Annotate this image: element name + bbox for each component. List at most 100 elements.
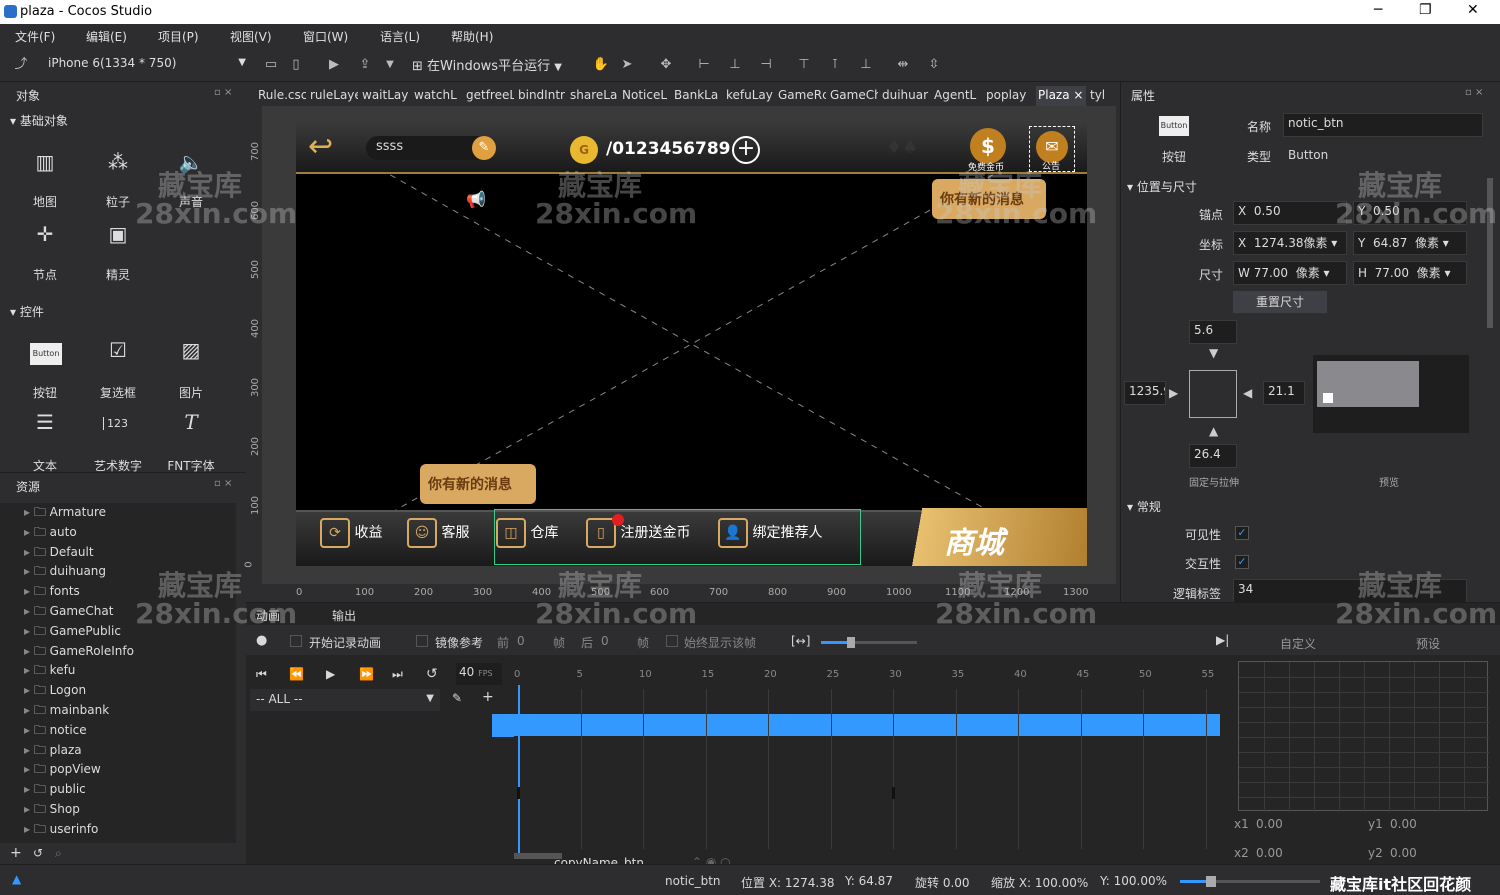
y1-value[interactable]: 0.00 [1390, 817, 1417, 831]
menu-file[interactable]: 文件(F) [15, 28, 55, 45]
resource-folder[interactable]: ▸ 🗀 fonts [24, 582, 80, 603]
keyframe-marker[interactable] [892, 787, 895, 799]
anchor-y-field[interactable]: Y 0.50 [1353, 201, 1467, 225]
prev-frame-icon[interactable]: ⏪ [289, 667, 304, 681]
resource-folder[interactable]: ▸ 🗀 Default [24, 543, 94, 564]
output-tab[interactable]: 输出 [332, 607, 356, 624]
tab-12[interactable]: duihuar [880, 86, 930, 106]
record-checkbox[interactable] [290, 635, 302, 647]
text-icon[interactable]: ☰ [25, 410, 65, 446]
bottom-btn-income[interactable]: ⟳ 收益 [320, 518, 400, 554]
tab-15[interactable]: Plaza × [1036, 86, 1086, 106]
back-value[interactable]: 0 [601, 634, 609, 648]
y2-value[interactable]: 0.00 [1390, 846, 1417, 860]
tab-3[interactable]: watchL [412, 86, 462, 106]
align-right-icon[interactable]: ⊣ [757, 56, 775, 74]
distribute-h-icon[interactable]: ⇹ [894, 56, 912, 74]
align-bottom-icon[interactable]: ⊥ [857, 56, 875, 74]
expand-icon[interactable]: ▸ [24, 584, 34, 598]
tab-5[interactable]: bindIntr [516, 86, 566, 106]
map-icon[interactable]: ▥ [25, 150, 65, 186]
tab-0[interactable]: Rule.csc [256, 86, 306, 106]
last-frame-icon[interactable]: ⏭ [392, 667, 403, 682]
chevron-down-icon[interactable]: ▼ [381, 56, 399, 74]
align-top-icon[interactable]: ⊤ [795, 56, 813, 74]
anchor-widget[interactable] [1189, 370, 1237, 418]
expand-icon[interactable]: ▸ [24, 822, 34, 836]
size-w-field[interactable]: W 77.00 像素 ▾ [1233, 261, 1347, 285]
pin-icon[interactable]: ▫ × [1465, 87, 1483, 98]
close-button[interactable]: ✕ [1467, 2, 1479, 18]
bottom-btn-bind[interactable]: 👤 绑定推荐人 [718, 518, 838, 554]
anchor-x-field[interactable]: X 0.50 [1233, 201, 1347, 225]
sprite-icon[interactable]: ▣ [98, 222, 138, 258]
keyframe-marker[interactable] [517, 787, 520, 799]
pin-top-icon[interactable]: ▼ [1209, 346, 1218, 360]
margin-left-field[interactable]: 1235.9 [1124, 381, 1166, 405]
x2-value[interactable]: 0.00 [1256, 846, 1283, 860]
timeline-tracks[interactable] [514, 689, 1224, 849]
first-frame-icon[interactable]: ⏮ [256, 667, 267, 682]
general-section-header[interactable]: ▾ 常规 [1127, 498, 1161, 518]
add-icon[interactable]: + [10, 845, 22, 861]
close-tab-icon[interactable]: × [1070, 88, 1083, 102]
fnt-font-icon[interactable]: T [171, 410, 211, 446]
design-surface[interactable]: ↩ ssss ✎ G /0123456789 + ♦♠ $ 免费金币 ✉ 公告 … [296, 122, 1087, 566]
node-icon[interactable]: ✛ [25, 222, 65, 258]
size-h-field[interactable]: H 77.00 像素 ▾ [1353, 261, 1467, 285]
fps-field[interactable]: 40 FPS [456, 663, 502, 685]
timeline-hscroll[interactable] [514, 853, 562, 859]
minimize-button[interactable]: ─ [1374, 2, 1382, 18]
play-icon[interactable]: ▶ [325, 56, 343, 74]
tab-9[interactable]: kefuLay [724, 86, 774, 106]
expand-icon[interactable]: ▸ [24, 802, 34, 816]
resource-folder[interactable]: ▸ 🗀 GamePublic [24, 622, 121, 643]
tab-8[interactable]: BankLa [672, 86, 722, 106]
tab-14[interactable]: poplay [984, 86, 1034, 106]
menu-edit[interactable]: 编辑(E) [86, 28, 127, 45]
expand-icon[interactable]: ▸ [24, 644, 34, 658]
add-node-icon[interactable]: + [482, 689, 494, 705]
edit-icon[interactable]: ✎ [472, 136, 496, 160]
expand-icon[interactable]: ▸ [24, 782, 34, 796]
controls-section-header[interactable]: ▾ 控件 [10, 303, 44, 323]
play-icon[interactable]: ▶| [1216, 633, 1229, 647]
resource-folder[interactable]: ▸ 🗀 duihuang [24, 562, 106, 583]
pin-icon[interactable]: ▫ × [214, 478, 232, 489]
pin-bottom-icon[interactable]: ▲ [1209, 424, 1218, 438]
playhead[interactable] [518, 685, 520, 853]
expand-icon[interactable]: ▸ [24, 663, 34, 677]
expand-icon[interactable]: ▸ [24, 703, 34, 717]
fit-icon[interactable]: [↔] [791, 634, 810, 648]
easing-curve-grid[interactable] [1238, 661, 1489, 812]
pin-icon[interactable]: ▫ × [214, 87, 232, 98]
easing-preset-tab[interactable]: 预设 [1416, 635, 1440, 652]
tab-11[interactable]: GameCh [828, 86, 878, 106]
search-icon[interactable]: ⌕ [55, 846, 62, 861]
resource-folder[interactable]: ▸ 🗀 Logon [24, 681, 86, 702]
resource-folder[interactable]: ▸ 🗀 Shop [24, 800, 80, 821]
menu-project[interactable]: 项目(P) [158, 28, 199, 45]
maximize-button[interactable]: ❐ [1419, 2, 1432, 18]
position-section-header[interactable]: ▾ 位置与尺寸 [1127, 178, 1197, 198]
tab-10[interactable]: GameRc [776, 86, 826, 106]
notice-button[interactable]: ✉ 公告 [1029, 126, 1075, 172]
name-field[interactable]: notic_btn [1283, 113, 1483, 137]
expand-icon[interactable]: ▸ [24, 624, 34, 638]
checkbox-icon[interactable]: ☑ [98, 338, 138, 374]
record-icon[interactable]: ● [256, 633, 267, 648]
hand-icon[interactable]: ✋ [592, 56, 610, 74]
margin-right-field[interactable]: 21.1 [1263, 381, 1305, 405]
bottom-btn-service[interactable]: ☺ 客服 [407, 518, 487, 554]
resource-folder[interactable]: ▸ 🗀 plaza [24, 741, 82, 762]
pos-x-field[interactable]: X 1274.38像素 ▾ [1233, 231, 1347, 255]
tab-1[interactable]: ruleLaye [308, 86, 358, 106]
resource-folder[interactable]: ▸ 🗀 auto [24, 523, 77, 544]
align-vcenter-icon[interactable]: ⊺ [826, 56, 844, 74]
tab-2[interactable]: waitLay [360, 86, 410, 106]
resource-folder[interactable]: ▸ 🗀 userinfo [24, 820, 98, 841]
refresh-icon[interactable]: ↺ [33, 846, 43, 860]
expand-icon[interactable]: ▸ [24, 762, 34, 776]
resource-folder[interactable]: ▸ 🗀 GameChat [24, 602, 113, 623]
distribute-v-icon[interactable]: ⇳ [925, 56, 943, 74]
